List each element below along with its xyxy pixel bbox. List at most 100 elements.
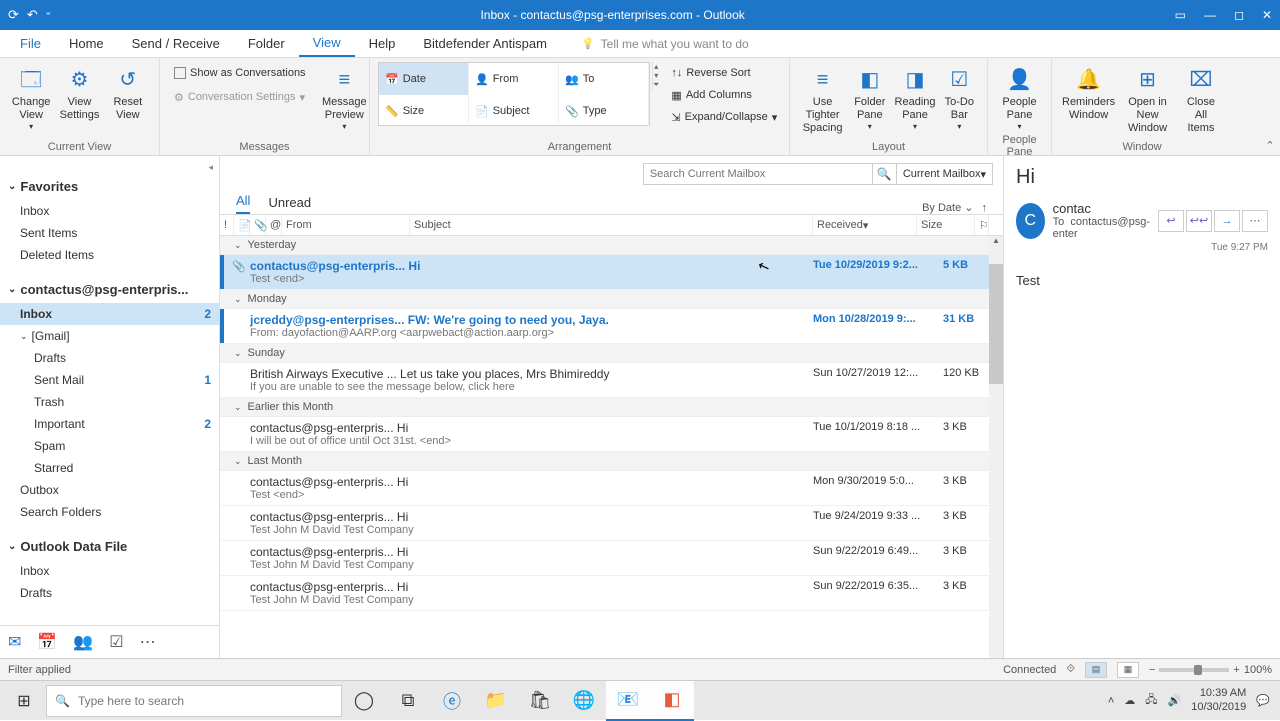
close-all-button[interactable]: ⌧Close All Items	[1178, 62, 1224, 138]
search-icon[interactable]: 🔍	[873, 163, 897, 185]
search-input[interactable]	[643, 163, 873, 185]
folder-pane-button[interactable]: ◧Folder Pane▾	[849, 62, 890, 134]
tighter-spacing-button[interactable]: ≡Use Tighter Spacing	[798, 62, 847, 138]
view-settings-button[interactable]: ⚙View Settings	[56, 62, 102, 124]
reminders-window-button[interactable]: 🔔Reminders Window	[1060, 62, 1117, 124]
view-reading-icon[interactable]: ▦	[1117, 662, 1139, 678]
people-module-icon[interactable]: 👥	[73, 632, 93, 652]
tab-folder[interactable]: Folder	[234, 31, 299, 56]
tell-me[interactable]: Tell me what you want to do	[581, 37, 749, 51]
undo-icon[interactable]: ↶	[27, 7, 38, 23]
reply-icon[interactable]: ↩	[1158, 210, 1184, 232]
group-yesterday[interactable]: Yesterday	[220, 236, 1003, 255]
account-header[interactable]: contactus@psg-enterpris...	[0, 276, 219, 303]
message-row[interactable]: jcreddy@psg-enterprises... FW: We're goi…	[220, 309, 1003, 344]
chrome-icon[interactable]: 🌐	[562, 681, 606, 721]
taskbar-clock[interactable]: 10:39 AM10/30/2019	[1191, 687, 1246, 713]
message-row[interactable]: contactus@psg-enterpris... HiTest John M…	[220, 576, 1003, 611]
collapse-ribbon-icon[interactable]: ⌃	[1260, 58, 1280, 155]
inbox-folder[interactable]: Inbox2	[0, 303, 219, 325]
start-button[interactable]: ⊞	[2, 681, 46, 721]
taskbar-search[interactable]: 🔍 Type here to search	[46, 685, 342, 717]
fav-sent-items[interactable]: Sent Items	[0, 222, 219, 244]
group-last-month[interactable]: Last Month	[220, 452, 1003, 471]
sort-by-dropdown[interactable]: By Date ⌄	[922, 201, 973, 214]
open-new-window-button[interactable]: ⊞Open in New Window	[1119, 62, 1176, 138]
tasks-module-icon[interactable]: ☑	[109, 632, 123, 652]
store-icon[interactable]: 🛍	[518, 681, 562, 721]
tab-bitdefender[interactable]: Bitdefender Antispam	[409, 31, 561, 56]
group-earlier[interactable]: Earlier this Month	[220, 398, 1003, 417]
close-icon[interactable]: ✕	[1262, 8, 1272, 22]
df-drafts[interactable]: Drafts	[0, 582, 219, 604]
tray-network-icon[interactable]: 🖧	[1145, 691, 1157, 710]
sort-order-icon[interactable]: ↑	[982, 202, 988, 214]
spam-folder[interactable]: Spam	[0, 435, 219, 457]
tab-view[interactable]: View	[299, 30, 355, 57]
search-scope-dropdown[interactable]: Current Mailbox ▾	[897, 163, 993, 185]
outlook-taskbar-icon[interactable]: 📧	[606, 681, 650, 721]
tab-send-receive[interactable]: Send / Receive	[118, 31, 234, 56]
group-sunday[interactable]: Sunday	[220, 344, 1003, 363]
drafts-folder[interactable]: Drafts	[0, 347, 219, 369]
tab-file[interactable]: File	[6, 31, 55, 56]
df-inbox[interactable]: Inbox	[0, 560, 219, 582]
snagit-icon[interactable]: ◧	[650, 681, 694, 721]
trash-folder[interactable]: Trash	[0, 391, 219, 413]
zoom-out-icon[interactable]: −	[1149, 664, 1155, 676]
tray-volume-icon[interactable]: 🔊	[1168, 694, 1182, 707]
fav-deleted-items[interactable]: Deleted Items	[0, 244, 219, 266]
reverse-sort-button[interactable]: ↑↓ Reverse Sort	[665, 62, 783, 84]
reading-pane-button[interactable]: ◨Reading Pane▾	[892, 62, 937, 134]
more-modules-icon[interactable]: ⋯	[140, 632, 156, 652]
tray-onedrive-icon[interactable]: ☁	[1124, 694, 1135, 707]
zoom-in-icon[interactable]: +	[1233, 664, 1239, 676]
sent-mail-folder[interactable]: Sent Mail1	[0, 369, 219, 391]
task-view-icon[interactable]: ⧉	[386, 681, 430, 721]
reset-view-button[interactable]: ↺Reset View	[105, 62, 151, 124]
more-actions-icon[interactable]: ⋯	[1242, 210, 1268, 232]
column-headers[interactable]: ! 📄 📎 @ From Subject Received ▾ Size ⚐	[220, 214, 1003, 236]
cortana-icon[interactable]: ◯	[342, 681, 386, 721]
search-folders[interactable]: Search Folders	[0, 501, 219, 523]
message-preview-button[interactable]: ≡Message Preview▾	[320, 62, 369, 134]
message-row[interactable]: contactus@psg-enterpris... HiTest <end> …	[220, 471, 1003, 506]
view-normal-icon[interactable]: ▤	[1085, 662, 1107, 678]
add-columns-button[interactable]: ▦ Add Columns	[665, 84, 783, 106]
message-row[interactable]: contactus@psg-enterpris... HiTest John M…	[220, 541, 1003, 576]
message-row[interactable]: 📎 contactus@psg-enterpris... HiTest <end…	[220, 255, 1003, 290]
maximize-icon[interactable]: ◻	[1234, 8, 1244, 22]
expand-collapse-button[interactable]: ⇲ Expand/Collapse ▾	[665, 106, 783, 128]
data-file-header[interactable]: Outlook Data File	[0, 533, 219, 560]
starred-folder[interactable]: Starred	[0, 457, 219, 479]
important-folder[interactable]: Important2	[0, 413, 219, 435]
gmail-folder[interactable]: [Gmail]	[0, 325, 219, 347]
favorites-header[interactable]: Favorites	[0, 173, 219, 200]
outbox-folder[interactable]: Outbox	[0, 479, 219, 501]
forward-icon[interactable]: →	[1214, 210, 1240, 232]
message-scrollbar[interactable]: ▲	[989, 236, 1003, 658]
people-pane-button[interactable]: 👤People Pane▾	[996, 62, 1043, 134]
ribbon-display-icon[interactable]: ▭	[1175, 8, 1186, 22]
mail-module-icon[interactable]: ✉	[8, 632, 21, 652]
edge-icon[interactable]: ⓔ	[430, 681, 474, 721]
tab-help[interactable]: Help	[355, 31, 410, 56]
message-row[interactable]: contactus@psg-enterpris... HiTest John M…	[220, 506, 1003, 541]
minimize-icon[interactable]: —	[1204, 8, 1216, 22]
message-row[interactable]: contactus@psg-enterpris... HiI will be o…	[220, 417, 1003, 452]
fav-inbox[interactable]: Inbox	[0, 200, 219, 222]
filter-unread[interactable]: Unread	[268, 195, 311, 214]
filter-all[interactable]: All	[236, 193, 250, 214]
explorer-icon[interactable]: 📁	[474, 681, 518, 721]
arrangement-scroll[interactable]: ▴▾⏷	[652, 62, 659, 90]
arrangement-gallery[interactable]: 📅Date 👤From 👥To 📏Size 📄Subject 📎Type	[378, 62, 650, 126]
reply-all-icon[interactable]: ↩↩	[1186, 210, 1212, 232]
tab-home[interactable]: Home	[55, 31, 118, 56]
message-row[interactable]: British Airways Executive ... Let us tak…	[220, 363, 1003, 398]
tray-chevron-icon[interactable]: ˄	[1108, 695, 1114, 707]
calendar-module-icon[interactable]: 📅	[37, 632, 57, 652]
todo-bar-button[interactable]: ☑To-Do Bar▾	[940, 62, 979, 134]
group-monday[interactable]: Monday	[220, 290, 1003, 309]
notifications-icon[interactable]: 💬	[1256, 694, 1270, 707]
zoom-slider[interactable]	[1159, 668, 1229, 672]
